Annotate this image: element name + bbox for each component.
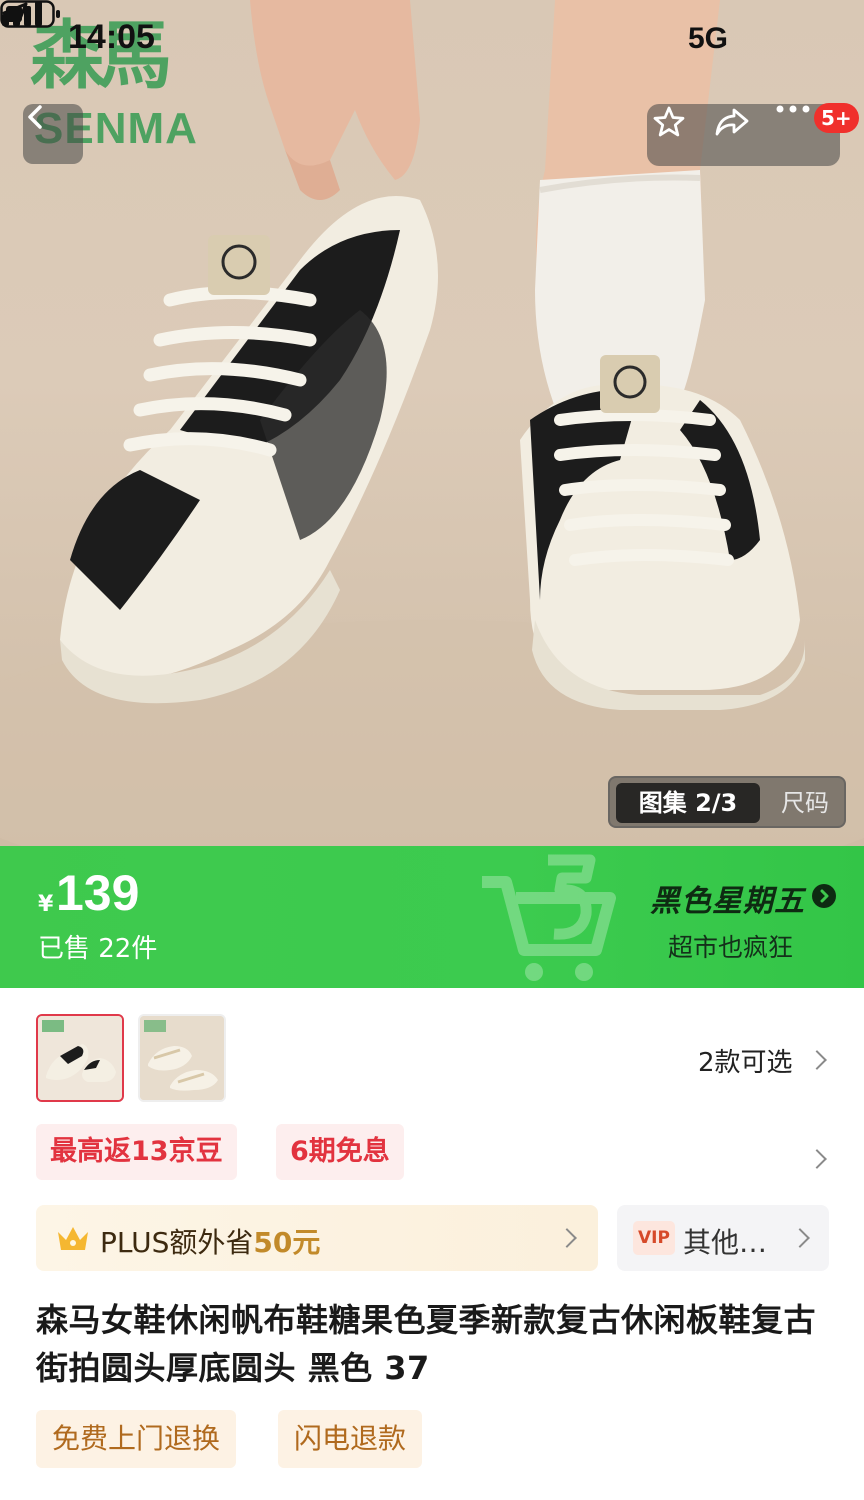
promo-subtitle: 超市也疯狂 bbox=[668, 933, 794, 962]
variant-thumbnail-beige[interactable] bbox=[138, 1014, 226, 1102]
share-button[interactable] bbox=[713, 104, 775, 166]
chevron-left-icon bbox=[28, 105, 42, 129]
crown-icon bbox=[58, 1227, 88, 1250]
plus-prefix: PLUS额外省 bbox=[100, 1226, 254, 1259]
header-actions bbox=[647, 104, 840, 166]
promo-arrow-button[interactable] bbox=[812, 884, 836, 908]
battery-icon bbox=[0, 0, 60, 28]
shoe-thumbnail-image bbox=[140, 1016, 224, 1100]
plus-savings-text: PLUS额外省50元 bbox=[100, 1221, 320, 1261]
more-icon bbox=[776, 105, 810, 113]
network-type: 5G bbox=[688, 22, 729, 55]
message-count-badge: 5+ bbox=[814, 103, 859, 133]
shoe-thumbnail-image bbox=[38, 1016, 122, 1100]
currency-symbol: ¥ bbox=[38, 892, 54, 917]
product-title: 森马女鞋休闲帆布鞋糖果色夏季新款复古休闲板鞋复古街拍圆头厚底圆头 黑色 37 bbox=[36, 1301, 817, 1387]
vip-badge: VIP bbox=[633, 1221, 675, 1255]
gallery-switch: 图集 2/3 尺码 bbox=[608, 776, 846, 828]
status-time: 14:05 bbox=[68, 18, 155, 56]
vip-text: 其他… bbox=[683, 1226, 768, 1259]
share-icon bbox=[715, 108, 749, 136]
shopping-cart-icon bbox=[482, 854, 616, 981]
chevron-right-icon bbox=[557, 1228, 577, 1248]
price-value: 139 bbox=[56, 865, 140, 921]
service-tag-fast-refund[interactable]: 闪电退款 bbox=[278, 1410, 423, 1468]
star-icon bbox=[653, 106, 685, 137]
jd-bean-reward-tag[interactable]: 最高返13京豆 bbox=[36, 1124, 237, 1180]
chevron-right-icon bbox=[790, 1228, 810, 1248]
plus-amount: 50元 bbox=[253, 1226, 321, 1259]
chevron-right-icon[interactable] bbox=[807, 1149, 827, 1169]
promo-title[interactable]: 黑色星期五 bbox=[650, 876, 805, 920]
tab-gallery[interactable]: 图集 2/3 bbox=[616, 783, 760, 823]
vip-benefits-button[interactable]: VIP 其他… bbox=[617, 1205, 829, 1271]
sold-count: 已售 22件 bbox=[38, 934, 158, 964]
plus-savings-banner[interactable]: PLUS额外省50元 bbox=[36, 1205, 598, 1271]
product-image-carousel[interactable]: 森馬 SENMA 14:05 5G 5+ 图集 2/3 尺码 bbox=[0, 0, 864, 846]
chevron-right-icon bbox=[807, 1050, 827, 1070]
variant-count-link[interactable]: 2款可选 bbox=[698, 1042, 793, 1079]
back-button[interactable] bbox=[23, 104, 83, 164]
variant-thumbnail-black[interactable] bbox=[36, 1014, 124, 1102]
favorite-button[interactable] bbox=[651, 104, 713, 166]
status-bar: 14:05 5G bbox=[0, 0, 864, 80]
service-tag-free-return[interactable]: 免费上门退换 bbox=[36, 1410, 237, 1468]
tab-size[interactable]: 尺码 bbox=[768, 783, 842, 823]
price-banner: ¥ 139 已售 22件 黑色星期五 超市也疯狂 bbox=[0, 846, 864, 988]
interest-free-tag[interactable]: 6期免息 bbox=[276, 1124, 404, 1180]
chevron-right-icon bbox=[820, 889, 829, 903]
variant-selector: 2款可选 bbox=[0, 1000, 864, 1116]
